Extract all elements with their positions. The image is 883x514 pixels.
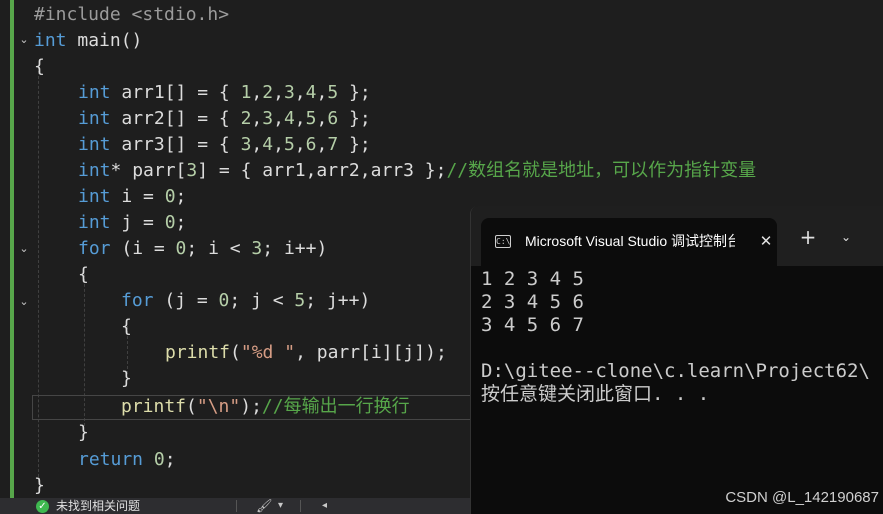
output-line: 按任意键关闭此窗口. . .	[481, 383, 710, 405]
output-line: 1 2 3 4 5	[481, 268, 584, 290]
chevron-down-icon[interactable]: ⌄	[18, 243, 30, 255]
output-line: 3 4 5 6 7	[481, 314, 584, 336]
chevron-down-icon[interactable]: ⌄	[835, 226, 857, 248]
code-line: int i = 0;	[78, 186, 187, 207]
code-line: int arr1[] = { 1,2,3,4,5 };	[78, 82, 371, 103]
close-icon[interactable]: ✕	[755, 230, 777, 252]
code-line: printf("%d ", parr[i][j]);	[165, 342, 447, 363]
code-line: }	[78, 422, 89, 443]
code-line: int* parr[3] = { arr1,arr2,arr3 };//数组名就…	[78, 160, 757, 181]
code-line: {	[121, 316, 132, 337]
code-line: int j = 0;	[78, 212, 187, 233]
code-line: int arr3[] = { 3,4,5,6,7 };	[78, 134, 371, 155]
terminal-output[interactable]: 1 2 3 4 5 2 3 4 5 6 3 4 5 6 7 D:\gitee--…	[481, 268, 883, 406]
status-separator	[300, 500, 301, 512]
terminal-tab-bar: C:\ Microsoft Visual Studio 调试控制台 ✕ + ⌄	[471, 206, 883, 266]
code-line: {	[78, 264, 89, 285]
change-indicator-bar	[10, 0, 14, 498]
code-line: return 0;	[78, 449, 176, 470]
status-separator	[236, 500, 237, 512]
code-line: }	[121, 368, 132, 389]
terminal-tab[interactable]: C:\ Microsoft Visual Studio 调试控制台 ✕	[481, 218, 777, 266]
debug-console-window[interactable]: C:\ Microsoft Visual Studio 调试控制台 ✕ + ⌄ …	[470, 206, 883, 514]
output-line: 2 3 4 5 6	[481, 291, 584, 313]
brush-icon[interactable]: 🖌	[256, 498, 273, 514]
code-line: for (j = 0; j < 5; j++)	[121, 290, 371, 311]
chevron-down-icon[interactable]: ⌄	[18, 34, 30, 46]
chevron-down-icon[interactable]: ⌄	[18, 296, 30, 308]
chevron-left-icon[interactable]: ◂	[322, 498, 327, 514]
output-line: D:\gitee--clone\c.learn\Project62\	[481, 360, 870, 382]
code-line: for (i = 0; i < 3; i++)	[78, 238, 328, 259]
code-line: int arr2[] = { 2,3,4,5,6 };	[78, 108, 371, 129]
code-line: printf("\n");//每输出一行换行	[121, 396, 410, 417]
check-circle-icon: ✓	[36, 500, 49, 513]
terminal-icon: C:\	[495, 235, 511, 248]
code-line: #include <stdio.h>	[34, 4, 230, 25]
watermark-text: CSDN @L_142190687	[725, 489, 879, 506]
code-line: int main()	[34, 30, 143, 51]
status-message[interactable]: 未找到相关问题	[56, 499, 140, 514]
chevron-down-icon[interactable]: ▾	[278, 498, 283, 514]
code-line: {	[34, 56, 45, 77]
add-tab-button[interactable]: +	[797, 226, 819, 248]
code-line: }	[34, 475, 45, 496]
terminal-tab-title: Microsoft Visual Studio 调试控制台	[525, 233, 735, 249]
